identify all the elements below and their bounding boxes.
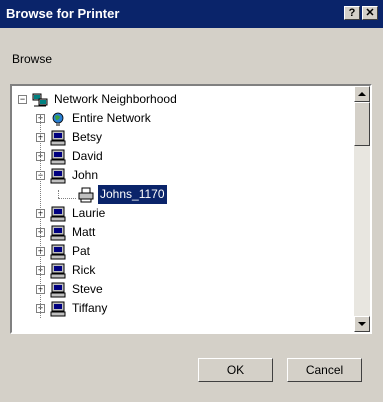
tree-item-computer-pat[interactable]: + Pat	[12, 242, 342, 261]
scroll-up-button[interactable]	[354, 86, 370, 102]
computer-icon	[50, 206, 66, 222]
tree-connector-line	[40, 114, 41, 318]
tree-item-label: Betsy	[72, 130, 103, 144]
computer-icon	[50, 263, 66, 279]
vertical-scrollbar[interactable]	[354, 86, 370, 332]
printer-icon	[78, 187, 94, 203]
printer-tree-view[interactable]: − Network Neighborhood + Entire Network …	[10, 84, 372, 334]
tree-item-label: Laurie	[72, 206, 106, 220]
tree-item-computer-tiffany[interactable]: + Tiffany	[12, 299, 342, 318]
globe-icon	[52, 112, 64, 126]
scroll-thumb[interactable]	[354, 102, 370, 146]
tree-item-computer-steve[interactable]: + Steve	[12, 280, 342, 299]
cancel-button[interactable]: Cancel	[287, 358, 362, 382]
computer-icon	[50, 225, 66, 241]
scroll-up-icon	[358, 92, 366, 96]
tree-item-label: Steve	[72, 282, 103, 296]
tree-item-entire-network[interactable]: + Entire Network	[12, 109, 342, 128]
tree-item-printer-johns-1170[interactable]: Johns_1170	[12, 184, 342, 205]
title-bar[interactable]: Browse for Printer ? ✕	[0, 0, 383, 28]
tree-connector-line	[58, 190, 59, 198]
tree-item-computer-matt[interactable]: + Matt	[12, 223, 342, 242]
ok-button[interactable]: OK	[198, 358, 273, 382]
tree-item-label: David	[72, 149, 103, 163]
help-button[interactable]: ?	[344, 6, 360, 20]
computer-icon	[50, 168, 66, 184]
close-button[interactable]: ✕	[362, 6, 378, 20]
computer-icon	[50, 149, 66, 165]
computer-icon	[50, 130, 66, 146]
scroll-down-icon	[358, 322, 366, 326]
tree-item-computer-betsy[interactable]: + Betsy	[12, 128, 342, 147]
tree-item-label: Rick	[72, 263, 96, 277]
tree-connector-line	[58, 198, 76, 199]
window-title: Browse for Printer	[6, 6, 120, 21]
tree-item-label: Matt	[72, 225, 96, 239]
tree-item-label: Johns_1170	[97, 184, 168, 205]
tree-item-computer-rick[interactable]: + Rick	[12, 261, 342, 280]
tree-item-label: Entire Network	[72, 111, 151, 125]
tree-item-network-neighborhood[interactable]: − Network Neighborhood	[12, 90, 342, 109]
network-icon	[32, 93, 48, 107]
computer-icon	[50, 282, 66, 298]
scroll-down-button[interactable]	[354, 316, 370, 332]
collapse-toggle[interactable]: −	[18, 95, 27, 104]
tree-item-computer-laurie[interactable]: + Laurie	[12, 204, 342, 223]
tree-item-label: John	[72, 168, 99, 182]
tree-item-label: Network Neighborhood	[54, 92, 177, 106]
close-icon: ✕	[365, 7, 375, 19]
computer-icon	[50, 301, 66, 317]
browse-label: Browse	[12, 52, 53, 66]
tree-item-computer-john[interactable]: − John	[12, 166, 342, 185]
question-icon: ?	[348, 7, 356, 19]
computer-icon	[50, 244, 66, 260]
tree-item-label: Pat	[72, 244, 91, 258]
tree-item-label: Tiffany	[72, 301, 108, 315]
tree-content: − Network Neighborhood + Entire Network …	[12, 86, 354, 332]
browse-for-printer-dialog: Browse for Printer ? ✕ Browse − Network …	[0, 0, 383, 402]
tree-item-computer-david[interactable]: + David	[12, 147, 342, 166]
